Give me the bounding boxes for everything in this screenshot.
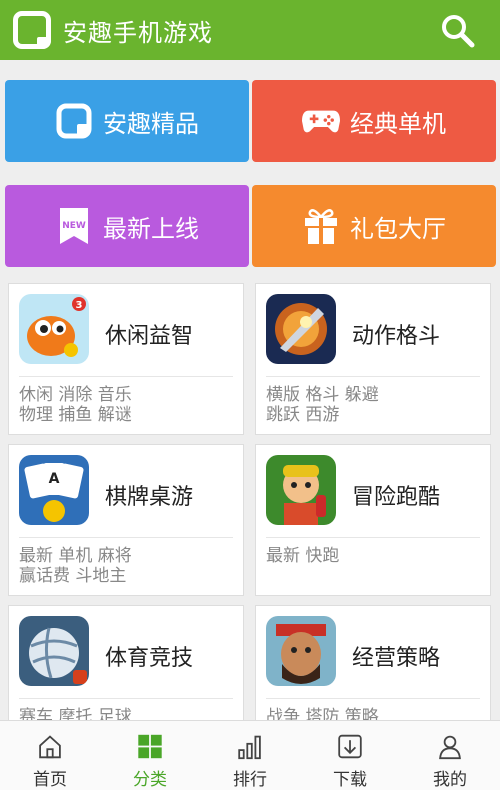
divider bbox=[19, 698, 233, 699]
nav-home-label: 首页 bbox=[33, 770, 67, 790]
category-name: 动作格斗 bbox=[352, 324, 441, 349]
classic-single-button[interactable]: 经典单机 bbox=[252, 80, 496, 162]
new-ribbon-icon: NEW bbox=[55, 207, 93, 245]
divider bbox=[19, 537, 233, 538]
category-name: 体育竞技 bbox=[105, 646, 194, 671]
tag-line: 最新 单机 麻将 bbox=[19, 546, 132, 566]
tag-line: 跳跃 西游 bbox=[266, 405, 340, 425]
app-title: 安趣手机游戏 bbox=[63, 18, 213, 47]
nav-mine-label: 我的 bbox=[433, 770, 467, 790]
category-name: 休闲益智 bbox=[105, 324, 194, 349]
category-name: 冒险跑酷 bbox=[352, 485, 441, 510]
action-game-icon bbox=[266, 294, 336, 364]
classic-single-label: 经典单机 bbox=[350, 109, 446, 138]
svg-text:3: 3 bbox=[76, 300, 83, 311]
category-card-parkour[interactable]: 冒险跑酷 最新 快跑 bbox=[255, 444, 491, 596]
category-tags: 最新 快跑 bbox=[266, 546, 482, 566]
category-card-casual[interactable]: 3 休闲益智 休闲 消除 音乐 物理 捕鱼 解谜 bbox=[8, 283, 244, 435]
gift-hall-button[interactable]: 礼包大厅 bbox=[252, 185, 496, 267]
nav-download-label: 下载 bbox=[333, 770, 367, 790]
strategy-game-icon bbox=[266, 616, 336, 686]
nav-download[interactable]: 下载 bbox=[300, 721, 400, 790]
grid-icon bbox=[138, 734, 162, 759]
app-header: 安趣手机游戏 bbox=[0, 0, 500, 60]
tag-line: 横版 格斗 躲避 bbox=[266, 385, 379, 405]
divider bbox=[266, 537, 480, 538]
bottom-nav: 首页 分类 排行 下载 我的 bbox=[0, 720, 500, 790]
board-game-icon: A bbox=[19, 455, 89, 525]
search-icon[interactable] bbox=[438, 11, 478, 51]
tag-line: 赢话费 斗地主 bbox=[19, 566, 127, 586]
newest-online-label: 最新上线 bbox=[103, 214, 199, 243]
anqu-logo-icon bbox=[55, 102, 93, 140]
user-icon bbox=[439, 735, 461, 760]
anqu-jingpin-button[interactable]: 安趣精品 bbox=[5, 80, 249, 162]
svg-text:A: A bbox=[49, 471, 60, 487]
category-tags: 横版 格斗 躲避 跳跃 西游 bbox=[266, 385, 482, 425]
svg-text:NEW: NEW bbox=[62, 221, 86, 231]
nav-category-label: 分类 bbox=[133, 770, 167, 790]
category-name: 经营策略 bbox=[352, 646, 441, 671]
category-tags: 休闲 消除 音乐 物理 捕鱼 解谜 bbox=[19, 385, 235, 425]
nav-ranking-label: 排行 bbox=[233, 770, 267, 790]
bar-chart-icon bbox=[238, 735, 261, 760]
divider bbox=[19, 376, 233, 377]
anqu-logo-icon bbox=[13, 11, 51, 49]
nav-category[interactable]: 分类 bbox=[100, 721, 200, 790]
category-card-action[interactable]: 动作格斗 横版 格斗 躲避 跳跃 西游 bbox=[255, 283, 491, 435]
anqu-jingpin-label: 安趣精品 bbox=[103, 109, 199, 138]
nav-home[interactable]: 首页 bbox=[0, 721, 100, 790]
category-name: 棋牌桌游 bbox=[105, 485, 194, 510]
divider bbox=[266, 698, 480, 699]
sports-game-icon bbox=[19, 616, 89, 686]
home-icon bbox=[39, 735, 61, 759]
nav-mine[interactable]: 我的 bbox=[400, 721, 500, 790]
category-tags: 最新 单机 麻将 赢话费 斗地主 bbox=[19, 546, 235, 586]
nav-ranking[interactable]: 排行 bbox=[200, 721, 300, 790]
tag-line: 物理 捕鱼 解谜 bbox=[19, 405, 132, 425]
gamepad-icon bbox=[302, 102, 340, 140]
casual-game-icon: 3 bbox=[19, 294, 89, 364]
category-card-board[interactable]: A 棋牌桌游 最新 单机 麻将 赢话费 斗地主 bbox=[8, 444, 244, 596]
parkour-game-icon bbox=[266, 455, 336, 525]
tag-line: 休闲 消除 音乐 bbox=[19, 385, 132, 405]
download-icon bbox=[338, 734, 362, 759]
newest-online-button[interactable]: NEW 最新上线 bbox=[5, 185, 249, 267]
gift-hall-label: 礼包大厅 bbox=[350, 214, 446, 243]
divider bbox=[266, 376, 480, 377]
tag-line: 最新 快跑 bbox=[266, 546, 340, 566]
gift-icon bbox=[302, 207, 340, 245]
